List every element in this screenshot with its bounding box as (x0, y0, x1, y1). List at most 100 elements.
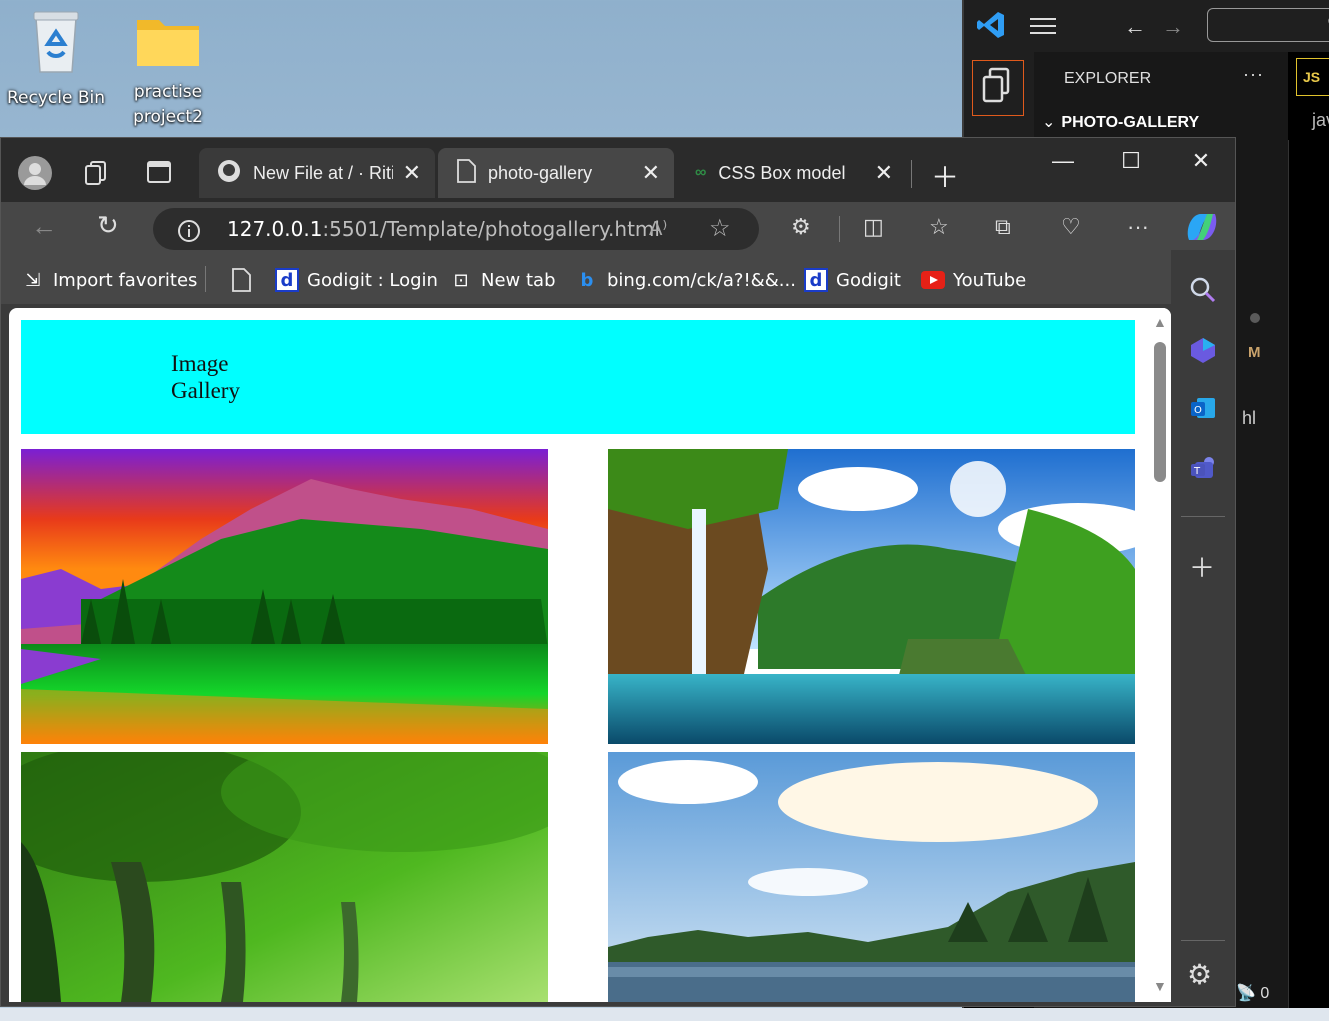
settings-gear-icon[interactable]: ⚙ (1187, 958, 1212, 991)
explorer-icon[interactable] (972, 60, 1024, 116)
gfg-icon: ∞ (695, 164, 707, 181)
bookmark-youtube[interactable]: YouTube (921, 268, 1026, 292)
favorites-bar: ⇲ Import favorites d Godigit : Login ⊡ New … (1, 256, 1235, 304)
workspace-folder[interactable]: ⌄ PHOTO-GALLERY (1042, 112, 1199, 132)
page-scrollbar[interactable]: ▲ ▼ (1149, 308, 1171, 1002)
import-icon: ⇲ (25, 269, 41, 291)
copilot-icon[interactable] (1183, 210, 1221, 250)
bookmark-label: Godigit : Login (307, 269, 438, 291)
bookmark-label: Import favorites (53, 269, 198, 291)
bookmark-new-tab[interactable]: ⊡ New tab (449, 268, 555, 292)
scroll-down-arrow-icon[interactable]: ▼ (1153, 978, 1167, 994)
status-ports[interactable]: 📡 0 (1236, 978, 1329, 1008)
back-arrow-icon[interactable]: ← (1124, 14, 1146, 40)
tab-github[interactable]: New File at / · Ritika ✕ (199, 148, 435, 198)
folder-name: PHOTO-GALLERY (1061, 114, 1200, 131)
vscode-titlebar: ← → ⚲ (964, 0, 1329, 52)
read-aloud-icon[interactable]: A⁾ (649, 216, 667, 241)
bookmark-label: Godigit (836, 269, 901, 291)
bookmark-label: bing.com/ck/a?!&&... (607, 269, 796, 291)
bookmark-godigit[interactable]: d Godigit (804, 268, 901, 292)
tab-bar: New File at / · Ritika ✕ photo-gallery ✕… (1, 138, 1235, 202)
close-window-icon[interactable]: ✕ (1181, 148, 1221, 174)
photo-sunset-mountain-lake (21, 449, 548, 744)
add-favorite-star-icon[interactable]: ☆ (709, 214, 731, 243)
new-tab-plus-icon[interactable]: ＋ (931, 156, 959, 196)
scroll-thumb[interactable] (1154, 342, 1166, 482)
tab-actions-icon[interactable] (147, 161, 171, 188)
godigit-icon: d (275, 268, 299, 292)
command-center-search[interactable]: ⚲ (1207, 8, 1329, 42)
forward-arrow-icon[interactable]: → (1162, 14, 1184, 40)
browser-window: New File at / · Ritika ✕ photo-gallery ✕… (0, 137, 1236, 1007)
copilot-sidebar-icon[interactable] (1189, 336, 1217, 369)
svg-text:O: O (1194, 405, 1202, 416)
modified-badge: M (1248, 344, 1261, 361)
back-arrow-icon[interactable]: ← (31, 211, 57, 242)
divider (1181, 516, 1225, 517)
divider (205, 266, 206, 292)
minimize-icon[interactable]: — (1043, 148, 1083, 174)
profile-avatar-icon[interactable] (18, 156, 52, 195)
outlook-icon[interactable]: O (1189, 394, 1217, 427)
address-bar[interactable]: 127.0.0.1:5501/Template/photogallery.htm… (153, 208, 759, 250)
close-icon[interactable]: ✕ (403, 160, 421, 186)
split-screen-icon[interactable]: ◫ (863, 214, 884, 240)
divider (1181, 940, 1225, 941)
tab-label: photo-gallery (488, 162, 593, 183)
site-info-icon[interactable] (177, 219, 201, 248)
scroll-up-arrow-icon[interactable]: ▲ (1153, 314, 1167, 330)
folder-icon (118, 12, 218, 76)
bookmark-label: YouTube (953, 269, 1027, 291)
bookmark-godigit-login[interactable]: d Godigit : Login (275, 268, 438, 292)
browser-essentials-icon[interactable]: ♡ (1061, 214, 1081, 240)
page-title: Image Gallery (171, 351, 240, 403)
extensions-icon[interactable]: ⚙ (791, 214, 811, 240)
newtab-icon: ⊡ (453, 269, 469, 291)
gallery-header: Image Gallery (21, 320, 1135, 434)
editor-tab-js[interactable]: JS (1296, 58, 1329, 96)
close-icon[interactable]: ✕ (875, 160, 893, 186)
url-text: 127.0.0.1:5501/Template/photogallery.htm… (227, 217, 660, 241)
favorites-icon[interactable]: ☆ (929, 214, 949, 240)
desktop-icon-practise-project2[interactable]: practise project2 (118, 12, 218, 130)
youtube-icon (921, 268, 945, 292)
more-options-icon[interactable]: ··· (1127, 214, 1149, 240)
more-actions-icon[interactable]: ··· (1243, 64, 1264, 85)
github-icon (217, 159, 241, 188)
desktop-icon-recycle-bin[interactable]: Recycle Bin (6, 8, 106, 111)
collections-icon[interactable]: ⧉ (995, 214, 1011, 240)
activity-bar (964, 52, 1034, 142)
modified-dot-icon (1250, 313, 1260, 323)
add-sidebar-app-icon[interactable]: ＋ (1189, 548, 1215, 585)
editor-tab-label-fragment: jav (1312, 110, 1329, 130)
browser-toolbar: ← ↻ 127.0.0.1:5501/Template/photogallery… (1, 202, 1235, 256)
explorer-title: EXPLORER (1064, 70, 1152, 87)
desktop-icon-label: Recycle Bin (6, 88, 105, 108)
bookmark-page[interactable] (229, 268, 261, 292)
refresh-icon[interactable]: ↻ (97, 210, 119, 241)
url-host: 127.0.0.1 (227, 217, 323, 241)
tab-label: CSS Box model - GeeksforGeeks (718, 162, 848, 183)
desktop-icon-label: practise project2 (133, 82, 203, 127)
page-icon (229, 268, 253, 292)
toolbar-separator (839, 216, 840, 242)
edge-sidebar: O T ＋ (1171, 250, 1235, 952)
close-icon[interactable]: ✕ (642, 160, 660, 186)
godigit-icon: d (804, 268, 828, 292)
bookmark-bing[interactable]: b bing.com/ck/a?!&&... (575, 268, 796, 292)
search-icon[interactable] (1189, 276, 1217, 309)
tab-label: New File at / · Ritika (253, 162, 393, 183)
workspaces-icon[interactable] (83, 160, 109, 191)
hamburger-menu-icon[interactable] (1030, 16, 1058, 41)
svg-text:T: T (1193, 466, 1201, 477)
teams-icon[interactable]: T (1189, 454, 1217, 487)
tab-photo-gallery[interactable]: photo-gallery ✕ (438, 148, 674, 198)
file-name-fragment: hl (1242, 408, 1257, 428)
ports-count: 0 (1260, 985, 1270, 1002)
bookmark-import-favorites[interactable]: ⇲ Import favorites (21, 268, 197, 292)
tab-css-box-model[interactable]: ∞ CSS Box model - GeeksforGeeks ✕ (677, 148, 907, 198)
tab-separator (911, 160, 912, 188)
maximize-icon[interactable]: ☐ (1111, 148, 1151, 174)
photo-green-forest (21, 752, 548, 1002)
